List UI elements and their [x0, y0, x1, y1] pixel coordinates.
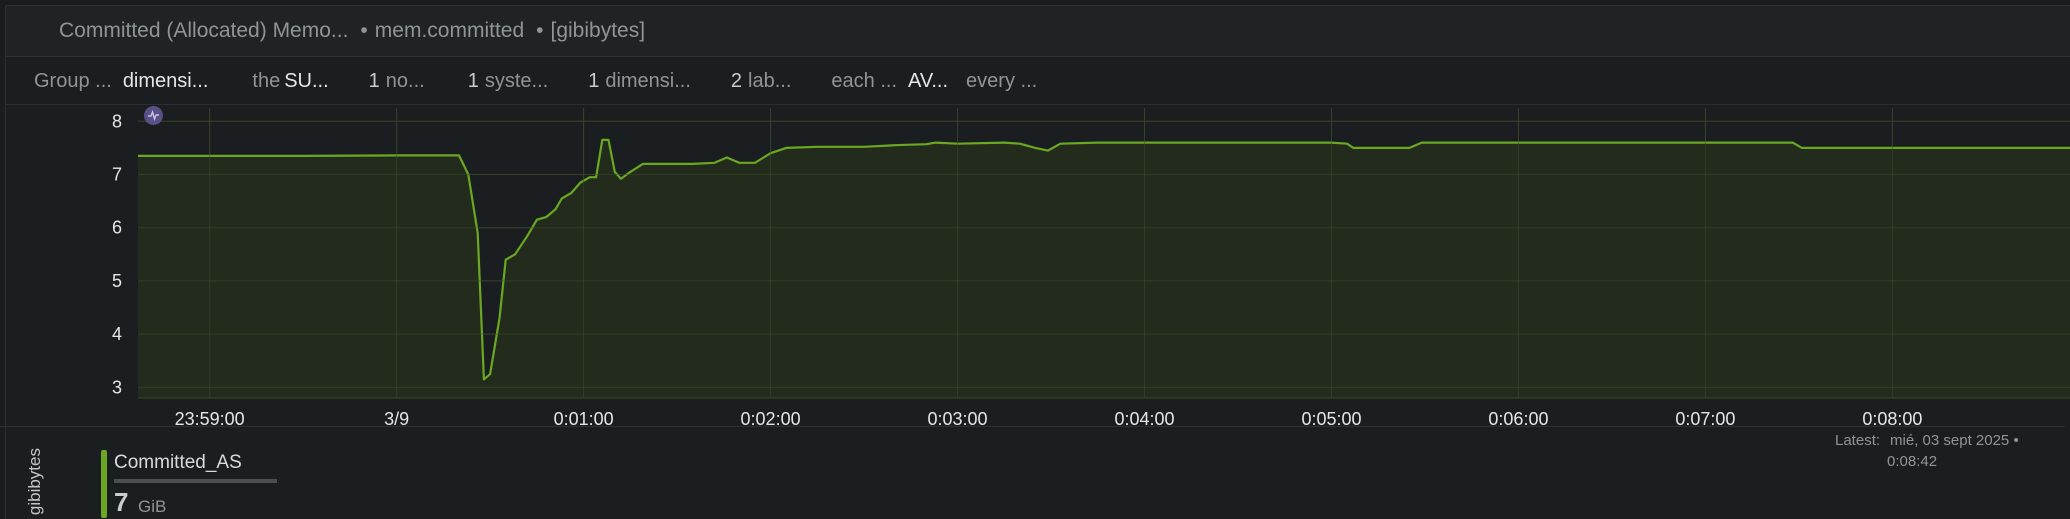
legend-unit: GiB — [138, 497, 167, 516]
y-tick-label: 4 — [112, 324, 122, 344]
latest-timestamp: Latest: mié, 03 sept 2025 • 0:08:42 — [1835, 430, 2019, 472]
legend-value: 7 — [114, 487, 129, 517]
y-tick-label: 5 — [112, 271, 122, 291]
legend-divider — [0, 426, 2065, 427]
legend-item-committed-as[interactable]: Committed_AS — [114, 452, 277, 483]
y-tick-label: 3 — [112, 377, 122, 397]
latest-label: Latest: — [1835, 432, 1881, 449]
latest-date: mié, 03 sept 2025 • — [1890, 432, 2019, 449]
legend-color-bar — [101, 450, 107, 518]
y-tick-label: 8 — [112, 111, 122, 131]
y-tick-label: 7 — [112, 165, 122, 185]
anomaly-badge-icon[interactable] — [144, 106, 163, 125]
y-axis-label: gibibytes — [25, 448, 44, 516]
area-chart[interactable]: 34567823:59:00 3/9 0:01:00 0:02:00 0:03:00 0:… — [0, 0, 2070, 430]
y-tick-label: 6 — [112, 218, 122, 238]
series-area-committed-as — [138, 139, 2070, 398]
latest-time: 0:08:42 — [1887, 453, 1938, 470]
